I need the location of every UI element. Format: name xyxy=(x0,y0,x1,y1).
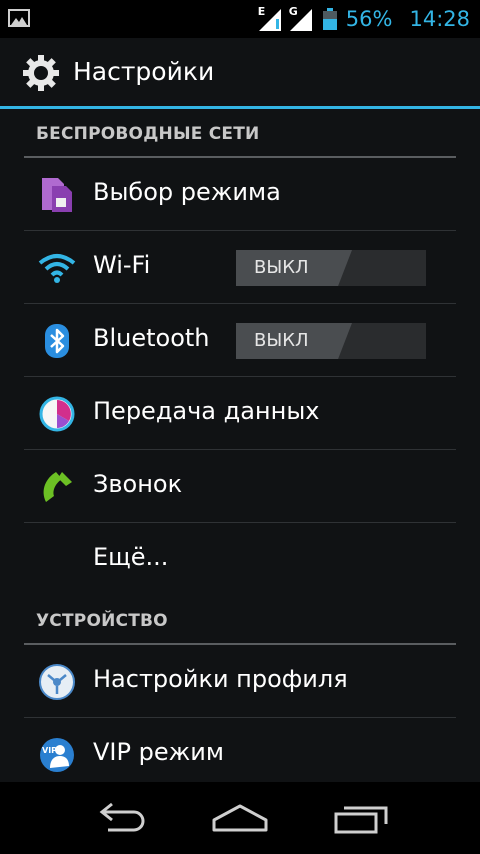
vip-icon: VIP xyxy=(38,736,76,774)
battery-icon xyxy=(322,8,337,30)
toggle-state: ВЫКЛ xyxy=(254,330,309,351)
action-bar: Настройки xyxy=(0,38,480,106)
page-title: Настройки xyxy=(73,57,215,86)
settings-list: БЕСПРОВОДНЫЕ СЕТИ Выбор режима Wi-Fi ВЫК… xyxy=(0,109,480,791)
battery-percent: 56% xyxy=(345,7,393,31)
setting-label: Настройки профиля xyxy=(93,665,348,693)
svg-text:VIP: VIP xyxy=(42,746,57,755)
status-bar: E G 56% 14:28 xyxy=(0,0,480,38)
bluetooth-toggle[interactable]: ВЫКЛ xyxy=(236,323,426,359)
wifi-icon xyxy=(38,249,76,287)
setting-more[interactable]: Ещё... xyxy=(0,523,480,596)
profile-icon xyxy=(38,663,76,701)
setting-mode-select[interactable]: Выбор режима xyxy=(0,158,480,231)
setting-label: Ещё... xyxy=(93,543,169,571)
setting-profile[interactable]: Настройки профиля xyxy=(0,645,480,718)
setting-call[interactable]: Звонок xyxy=(0,450,480,523)
phone-icon xyxy=(38,468,76,506)
setting-label: Wi-Fi xyxy=(93,251,151,279)
signal-strength-1-icon: E xyxy=(257,5,283,31)
data-usage-icon xyxy=(38,395,76,433)
back-icon[interactable] xyxy=(90,798,150,838)
setting-wifi[interactable]: Wi-Fi ВЫКЛ xyxy=(0,231,480,304)
toggle-state: ВЫКЛ xyxy=(254,257,309,278)
image-notification-icon xyxy=(8,9,30,27)
section-header-wireless: БЕСПРОВОДНЫЕ СЕТИ xyxy=(0,109,480,158)
recents-icon[interactable] xyxy=(330,798,390,838)
home-icon[interactable] xyxy=(210,798,270,838)
setting-label: Звонок xyxy=(93,470,183,498)
network-type-1: E xyxy=(257,5,266,18)
network-type-2: G xyxy=(288,5,298,18)
setting-bluetooth[interactable]: Bluetooth ВЫКЛ xyxy=(0,304,480,377)
section-header-device: УСТРОЙСТВО xyxy=(0,596,480,645)
navigation-bar xyxy=(0,782,480,854)
setting-label: Передача данных xyxy=(93,397,320,425)
gear-icon[interactable] xyxy=(22,54,60,92)
clock: 14:28 xyxy=(409,7,470,31)
signal-strength-2-icon: G xyxy=(288,5,314,31)
setting-label: Bluetooth xyxy=(93,324,210,352)
wifi-toggle[interactable]: ВЫКЛ xyxy=(236,250,426,286)
setting-label: Выбор режима xyxy=(93,178,281,206)
setting-data-usage[interactable]: Передача данных xyxy=(0,377,480,450)
setting-vip-mode[interactable]: VIP VIP режим xyxy=(0,718,480,791)
sim-card-icon xyxy=(38,176,76,214)
setting-label: VIP режим xyxy=(93,738,224,766)
bluetooth-icon xyxy=(38,322,76,360)
